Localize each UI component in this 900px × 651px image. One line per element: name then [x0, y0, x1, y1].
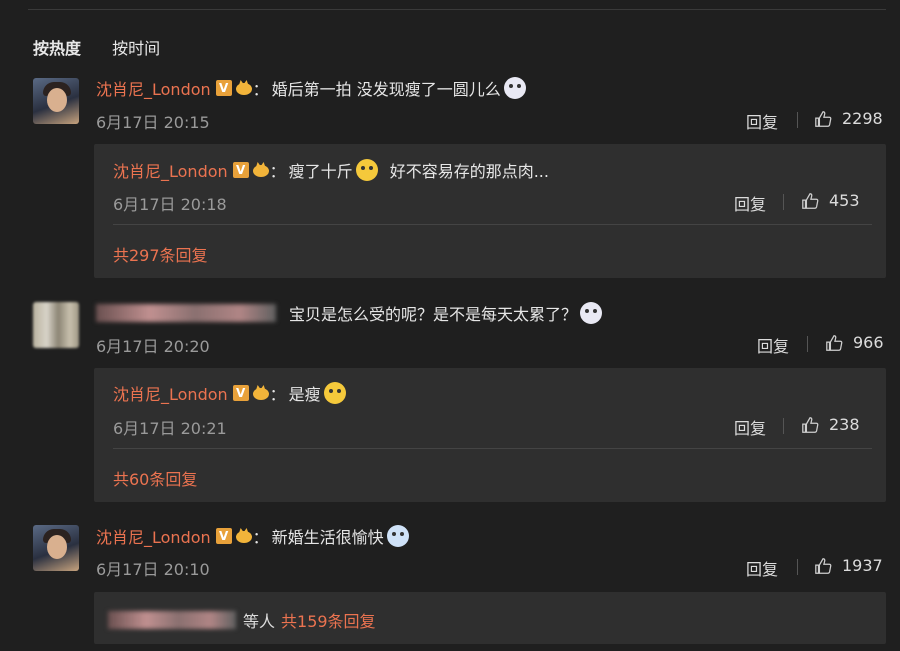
like-count: 2298 — [842, 109, 883, 128]
sort-by-time-tab[interactable]: 按时间 — [112, 39, 160, 58]
thumbs-up-icon — [815, 110, 832, 127]
verified-badge-icon: V — [232, 162, 249, 178]
avatar[interactable] — [33, 302, 79, 348]
emoji-icon — [580, 302, 603, 324]
reply-button[interactable]: 回复 — [757, 333, 789, 357]
sub-reply-box: 沈肖尼_London V ： 是瘦 6月17日 20:21 回复 238 共60… — [94, 368, 886, 502]
comment-time: 6月17日 20:10 — [96, 560, 210, 579]
top-divider — [28, 9, 886, 10]
thumbs-up-icon — [826, 334, 843, 351]
username[interactable]: 沈肖尼_London — [113, 381, 228, 405]
verified-badge-icon: V — [215, 528, 232, 544]
like-button[interactable]: 238 — [801, 415, 860, 434]
reply-text-continued: 好不容易存的那点肉... — [389, 162, 549, 181]
smile-emoji-icon — [323, 382, 346, 404]
divider — [807, 336, 808, 352]
comment-text: 婚后第一拍 没发现瘦了一圆儿么 — [271, 80, 501, 99]
username[interactable]: 沈肖尼_London — [96, 524, 211, 548]
like-button[interactable]: 2298 — [814, 109, 883, 128]
thumbs-up-icon — [815, 557, 832, 574]
username[interactable]: 沈肖尼_London — [113, 158, 228, 182]
avatar[interactable] — [33, 525, 79, 571]
view-more-replies-link[interactable]: 共159条回复 — [281, 608, 376, 632]
sub-reply-box: 沈肖尼_London V ： 瘦了十斤 好不容易存的那点肉... 6月17日 2… — [94, 144, 886, 278]
divider — [783, 418, 784, 434]
like-count: 1937 — [842, 556, 883, 575]
avatar[interactable] — [33, 78, 79, 124]
emoji-icon — [503, 77, 526, 99]
like-button[interactable]: 453 — [801, 191, 860, 210]
like-count: 966 — [853, 333, 884, 352]
verified-badge-icon: V — [232, 385, 249, 401]
username[interactable]: 沈肖尼_London — [96, 76, 211, 100]
reply-button[interactable]: 回复 — [746, 556, 778, 580]
thumbs-up-icon — [802, 416, 819, 433]
reply-time: 6月17日 20:18 — [113, 195, 227, 214]
reply-button[interactable]: 回复 — [734, 415, 766, 439]
thumbs-up-icon — [802, 192, 819, 209]
blurred-usernames — [108, 611, 236, 629]
view-more-replies-link[interactable]: 共60条回复 — [113, 466, 197, 490]
divider — [113, 224, 872, 225]
verified-badge-icon: V — [215, 80, 232, 96]
crown-icon — [252, 162, 270, 178]
blurred-username — [96, 304, 276, 322]
divider — [113, 448, 872, 449]
colon: ： — [269, 162, 286, 181]
reply-text: 是瘦 — [288, 385, 321, 404]
reply-time: 6月17日 20:21 — [113, 419, 227, 438]
comment-text: 宝贝是怎么受的呢？是不是每天太累了？ — [289, 305, 578, 324]
divider — [797, 559, 798, 575]
sort-tabs: 按热度 按时间 — [33, 35, 186, 59]
crown-icon — [252, 385, 270, 401]
comment-time: 6月17日 20:20 — [96, 337, 210, 356]
comment-time: 6月17日 20:15 — [96, 113, 210, 132]
comment-text: 新婚生活很愉快 — [271, 528, 384, 547]
reply-button[interactable]: 回复 — [746, 109, 778, 133]
view-more-replies-link[interactable]: 共297条回复 — [113, 242, 208, 266]
sort-by-hot-tab[interactable]: 按热度 — [33, 39, 81, 58]
reply-button[interactable]: 回复 — [734, 191, 766, 215]
like-button[interactable]: 1937 — [814, 556, 883, 575]
others-label: 等人 — [243, 612, 276, 631]
crown-icon — [235, 80, 253, 96]
colon: ： — [252, 80, 269, 99]
colon: ： — [269, 385, 286, 404]
divider — [783, 194, 784, 210]
colon: ： — [252, 528, 269, 547]
divider — [797, 112, 798, 128]
like-count: 453 — [829, 191, 860, 210]
sub-reply-box: 等人 共159条回复 — [94, 592, 886, 644]
crown-icon — [235, 528, 253, 544]
reply-text: 瘦了十斤 — [288, 162, 353, 181]
emoji-icon — [386, 525, 409, 547]
laughing-emoji-icon — [355, 159, 378, 181]
like-count: 238 — [829, 415, 860, 434]
like-button[interactable]: 966 — [825, 333, 884, 352]
